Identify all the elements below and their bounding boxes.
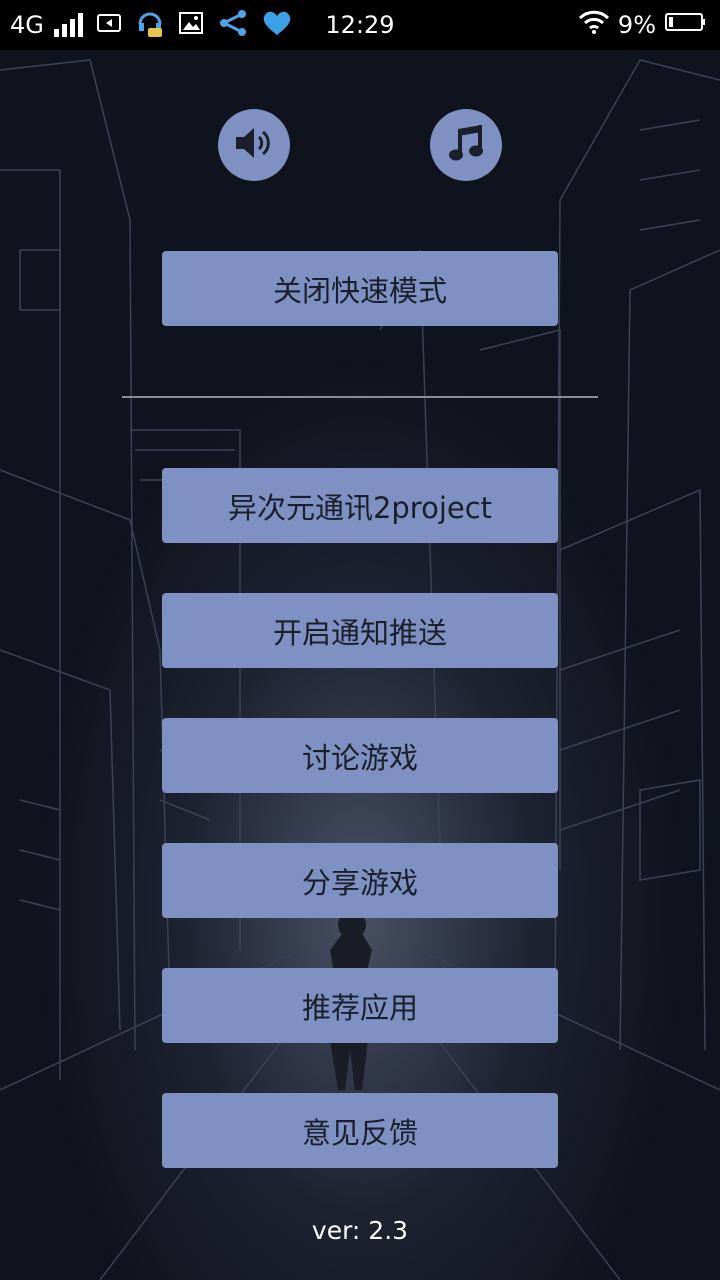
version-label: ver: 2.3 — [311, 1216, 409, 1245]
menu-button-feedback[interactable]: 意见反馈 — [162, 1093, 558, 1168]
sound-toggle-button[interactable] — [218, 109, 290, 181]
music-note-icon — [446, 123, 486, 167]
wifi-icon — [578, 9, 610, 41]
battery-percent: 9% — [617, 11, 656, 39]
divider — [122, 396, 598, 398]
status-right: 9% — [578, 0, 706, 50]
menu-button-project[interactable]: 异次元通讯2project — [162, 468, 558, 543]
menu-button-notifications[interactable]: 开启通知推送 — [162, 593, 558, 668]
menu-button-share[interactable]: 分享游戏 — [162, 843, 558, 918]
battery-icon — [664, 11, 706, 39]
menu-button-recommend[interactable]: 推荐应用 — [162, 968, 558, 1043]
menu-button-discuss[interactable]: 讨论游戏 — [162, 718, 558, 793]
music-toggle-button[interactable] — [430, 109, 502, 181]
speaker-icon — [234, 125, 274, 165]
status-bar: 4G 12:29 9% — [0, 0, 720, 50]
fast-mode-button[interactable]: 关闭快速模式 — [162, 251, 558, 326]
